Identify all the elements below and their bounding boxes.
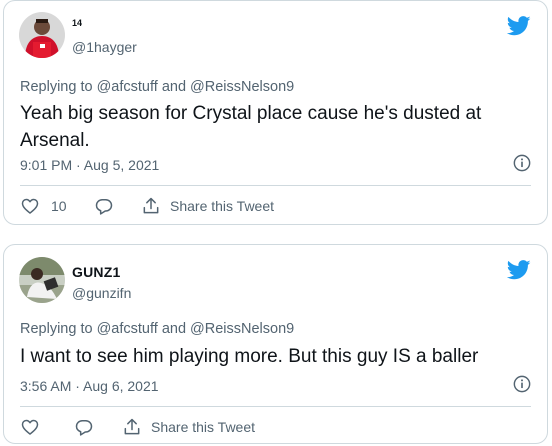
share-icon [143, 197, 159, 214]
info-icon[interactable] [513, 375, 531, 393]
user-handle[interactable]: @1hayger [72, 39, 137, 55]
divider [20, 406, 531, 407]
user-handle[interactable]: @gunzifn [72, 285, 131, 301]
reply-bubble-icon [95, 199, 113, 215]
divider [20, 185, 531, 186]
tweet-card[interactable]: 14 @1hayger Replying to @afcstuff and @R… [3, 0, 548, 225]
replying-and: and [161, 79, 187, 95]
like-button[interactable] [20, 415, 40, 439]
replying-to: Replying to @afcstuff and @ReissNelson9 [20, 79, 294, 95]
avatar[interactable] [19, 12, 65, 58]
like-count: 10 [51, 198, 67, 214]
mention-link[interactable]: @ReissNelson9 [190, 321, 294, 337]
tweet-text: I want to see him playing more. But this… [20, 346, 479, 367]
twitter-bird-icon[interactable] [507, 16, 531, 36]
tweet-card[interactable]: GUNZ1 @gunzifn Replying to @afcstuff and… [3, 244, 548, 444]
reply-button[interactable] [74, 415, 94, 439]
info-icon[interactable] [513, 154, 531, 172]
reply-button[interactable] [94, 194, 114, 218]
tweet-timestamp[interactable]: 3:56 AM · Aug 6, 2021 [20, 378, 159, 394]
like-button[interactable]: 10 [20, 194, 67, 218]
replying-prefix: Replying to [20, 321, 93, 337]
tweet-timestamp[interactable]: 9:01 PM · Aug 5, 2021 [20, 157, 159, 173]
heart-icon [21, 198, 39, 214]
replying-prefix: Replying to [20, 79, 93, 95]
twitter-bird-icon[interactable] [507, 260, 531, 280]
avatar-photo-icon [19, 257, 65, 303]
tweet-text: Yeah big season for Crystal place cause … [20, 103, 482, 151]
mention-link[interactable]: @afcstuff [97, 321, 158, 337]
share-button[interactable]: Share this Tweet [122, 415, 255, 439]
share-icon [124, 418, 140, 435]
share-label: Share this Tweet [170, 198, 275, 214]
mention-link[interactable]: @afcstuff [97, 79, 158, 95]
replying-to: Replying to @afcstuff and @ReissNelson9 [20, 321, 294, 337]
share-button[interactable]: Share this Tweet [141, 194, 274, 218]
display-name[interactable]: GUNZ1 [72, 264, 120, 280]
avatar-arsenal-player-icon [19, 12, 65, 58]
tweet-actions: Share this Tweet [20, 415, 531, 439]
display-name[interactable]: 14 [72, 18, 82, 28]
tweet-actions: 10 Share this Tweet [20, 194, 531, 218]
replying-and: and [161, 321, 187, 337]
mention-link[interactable]: @ReissNelson9 [190, 79, 294, 95]
avatar[interactable] [19, 257, 65, 303]
reply-bubble-icon [75, 420, 93, 436]
heart-icon [21, 419, 39, 435]
share-label: Share this Tweet [151, 419, 256, 435]
